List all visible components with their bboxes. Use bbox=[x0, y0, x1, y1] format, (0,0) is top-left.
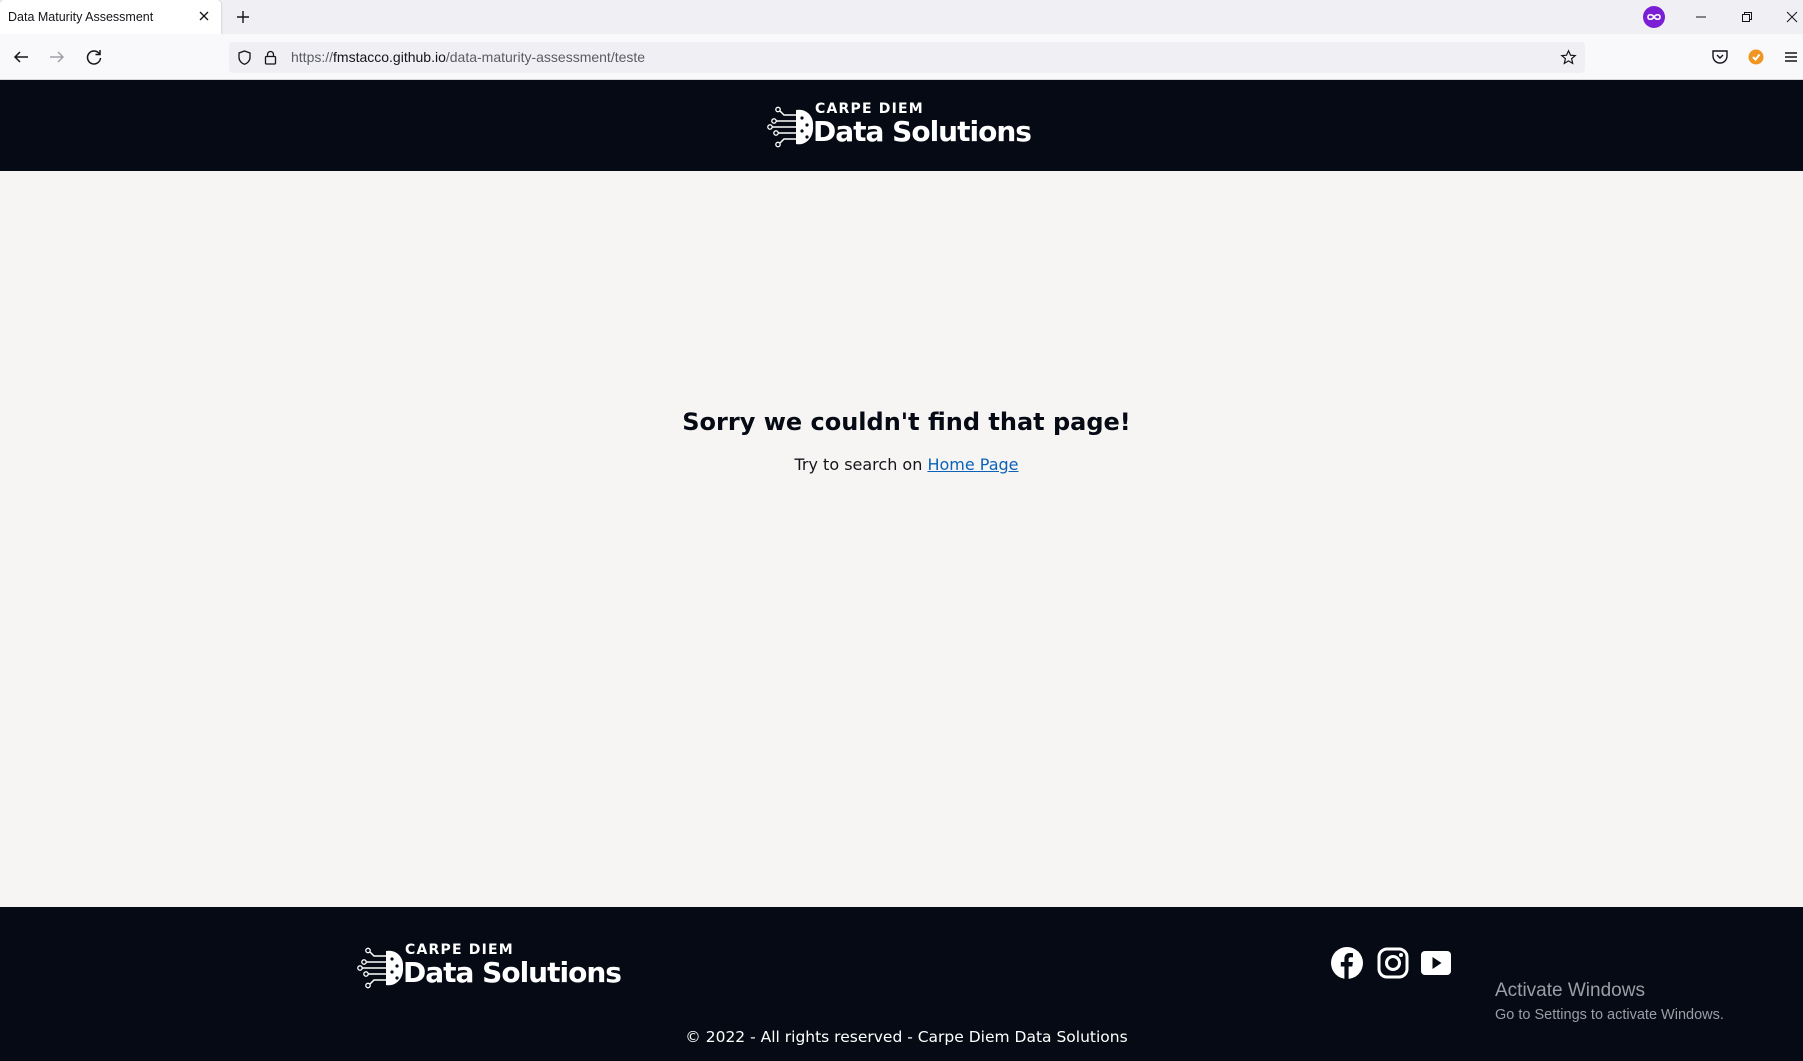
error-message: Try to search on Home Page bbox=[0, 455, 1803, 474]
site-footer: CARPE DIEM Data Solutions Activate Windo… bbox=[0, 907, 1803, 1061]
error-message-text: Try to search on bbox=[794, 455, 928, 474]
header-logo[interactable]: CARPE DIEM Data Solutions bbox=[766, 100, 1032, 150]
browser-navigation-bar: https://fmstacco.github.io/data-maturity… bbox=[0, 34, 1803, 80]
new-tab-icon[interactable] bbox=[233, 7, 253, 27]
menu-icon[interactable] bbox=[1779, 45, 1803, 69]
url-path: /data-maturity-assessment/teste bbox=[445, 49, 646, 65]
pocket-icon[interactable] bbox=[1708, 45, 1732, 69]
bookmark-star-icon[interactable] bbox=[1560, 49, 1577, 66]
reload-icon[interactable] bbox=[82, 45, 106, 69]
site-header: CARPE DIEM Data Solutions bbox=[0, 80, 1803, 171]
url-bar[interactable]: https://fmstacco.github.io/data-maturity… bbox=[229, 42, 1585, 73]
restore-icon[interactable] bbox=[1736, 6, 1758, 28]
brain-circuit-icon bbox=[767, 106, 814, 148]
url-text: https://fmstacco.github.io/data-maturity… bbox=[291, 49, 645, 65]
url-prefix: https:// bbox=[291, 49, 334, 65]
logo-title: Data Solutions bbox=[813, 115, 1032, 148]
private-browsing-icon[interactable] bbox=[1643, 6, 1665, 28]
url-host: fmstacco.github.io bbox=[333, 49, 446, 65]
forward-arrow-icon[interactable] bbox=[45, 45, 69, 69]
tab-title: Data Maturity Assessment bbox=[8, 10, 154, 24]
browser-tab-bar: Data Maturity Assessment bbox=[0, 0, 1803, 36]
logo-title: Data Solutions bbox=[403, 956, 622, 989]
facebook-icon[interactable] bbox=[1330, 946, 1364, 980]
copyright-text: © 2022 - All rights reserved - Carpe Die… bbox=[685, 1028, 1128, 1046]
minimize-icon[interactable] bbox=[1690, 6, 1712, 28]
back-arrow-icon[interactable] bbox=[9, 45, 33, 69]
shield-icon[interactable] bbox=[236, 49, 253, 66]
footer-logo[interactable]: CARPE DIEM Data Solutions bbox=[356, 941, 622, 991]
home-page-link[interactable]: Home Page bbox=[927, 455, 1018, 474]
main-content: Sorry we couldn't find that page! Try to… bbox=[0, 171, 1803, 907]
watermark-title: Activate Windows bbox=[1495, 980, 1645, 1001]
lock-icon[interactable] bbox=[262, 49, 279, 66]
error-title: Sorry we couldn't find that page! bbox=[682, 408, 1131, 436]
browser-tab-active[interactable]: Data Maturity Assessment bbox=[0, 0, 221, 36]
extension-icon[interactable] bbox=[1744, 45, 1768, 69]
activate-windows-watermark: Activate Windows Go to Settings to activ… bbox=[1495, 980, 1724, 1023]
youtube-icon[interactable] bbox=[1419, 946, 1453, 980]
window-close-icon[interactable] bbox=[1781, 6, 1803, 28]
brain-circuit-icon bbox=[357, 947, 404, 989]
instagram-icon[interactable] bbox=[1376, 946, 1410, 980]
close-icon[interactable] bbox=[196, 8, 212, 24]
watermark-subtitle: Go to Settings to activate Windows. bbox=[1495, 1007, 1724, 1023]
